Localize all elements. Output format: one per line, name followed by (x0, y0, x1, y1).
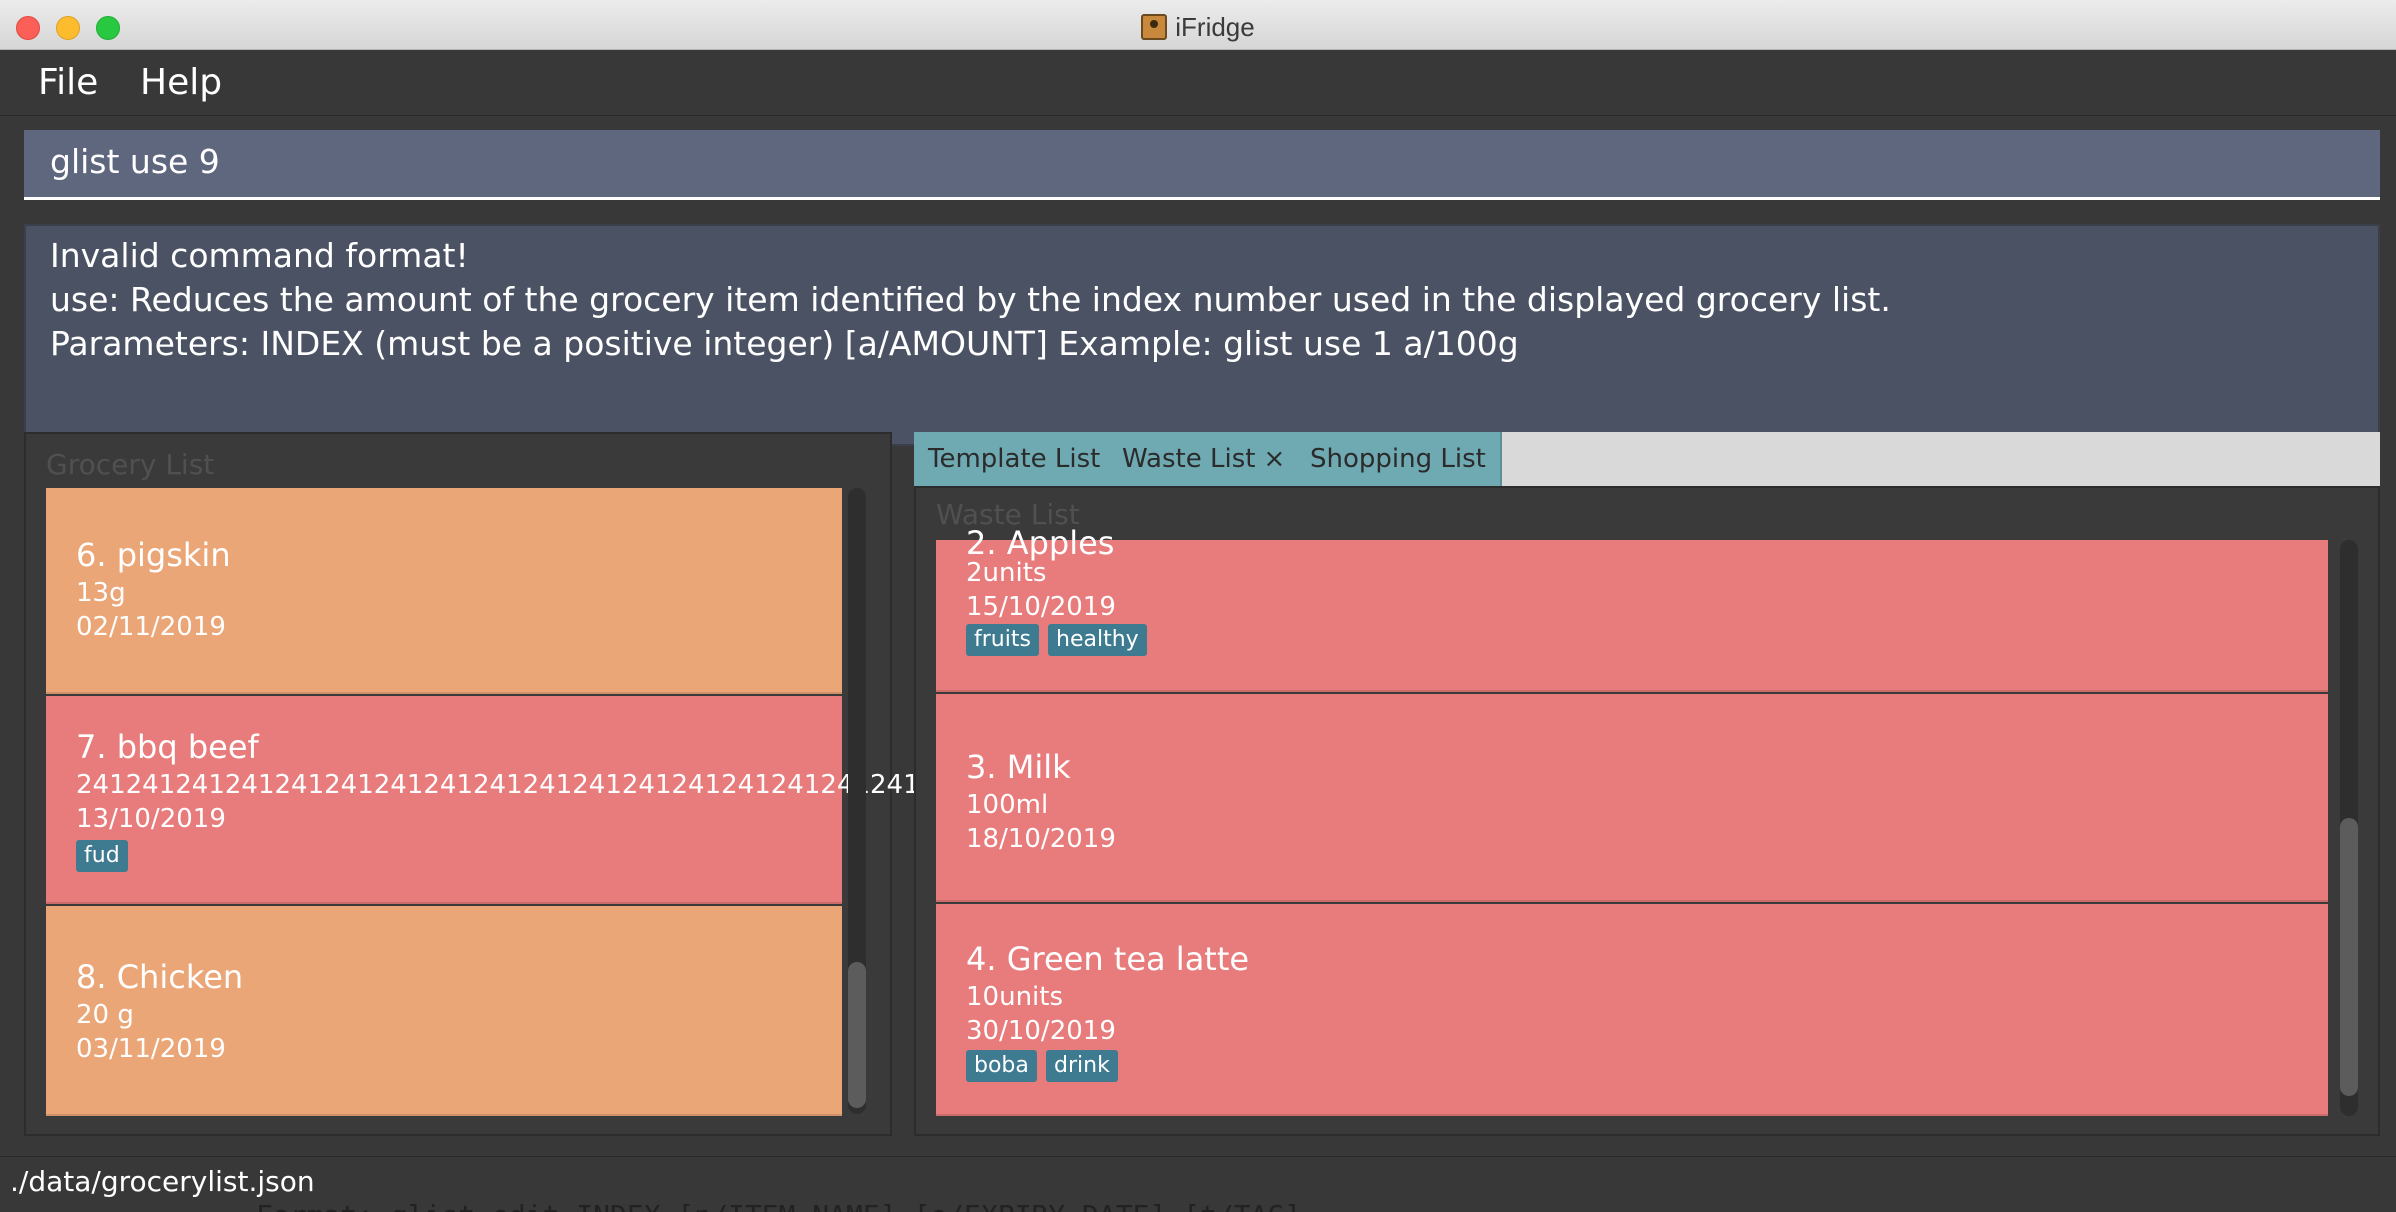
waste-item-date: 15/10/2019 (966, 592, 1116, 622)
tag-badge: fud (76, 840, 128, 872)
command-input[interactable]: glist use 9 (24, 130, 2380, 200)
result-line-3: Parameters: INDEX (must be a positive in… (50, 324, 1519, 363)
grocery-list-scroll-thumb[interactable] (848, 962, 866, 1108)
grocery-item-date: 13/10/2019 (76, 804, 226, 834)
window-title-bar: iFridge (0, 0, 2396, 50)
grocery-item-name: 6. pigskin (76, 536, 231, 574)
result-line-2: use: Reduces the amount of the grocery i… (50, 280, 1891, 319)
grocery-item-date: 03/11/2019 (76, 1034, 226, 1064)
grocery-item-amount: 13g (76, 578, 126, 608)
tag-badge: fruits (966, 624, 1039, 656)
waste-item-name: 3. Milk (966, 748, 1071, 786)
grocery-list-panel: Grocery List 6. pigskin 13g 02/11/2019 7… (24, 432, 944, 1136)
save-location-path: ./data/grocerylist.json (10, 1165, 315, 1198)
menu-help[interactable]: Help (140, 62, 222, 103)
grocery-card[interactable]: 6. pigskin 13g 02/11/2019 (46, 488, 842, 694)
waste-item-name: 4. Green tea latte (966, 940, 1250, 978)
waste-list-scroll-thumb[interactable] (2340, 818, 2358, 1096)
result-line-1: Invalid command format! (50, 236, 469, 275)
tab-shopping-list[interactable]: Shopping List (1296, 432, 1502, 486)
tab-template-list[interactable]: Template List (914, 432, 1117, 486)
tag-badge: drink (1046, 1050, 1118, 1082)
tab-shopping-list-label: Shopping List (1310, 444, 1486, 474)
waste-item-amount: 2units (966, 558, 1047, 588)
waste-card[interactable]: 3. Milk 100ml 18/10/2019 (936, 694, 2328, 902)
menu-bar: File Help (0, 50, 2396, 116)
tag-badge: boba (966, 1050, 1037, 1082)
tab-waste-list-label: Waste List (1122, 444, 1256, 474)
grocery-card[interactable]: 7. bbq beef 2412412412412412412412412412… (46, 696, 944, 904)
waste-list-scrollbar[interactable] (2340, 540, 2358, 1116)
waste-item-amount: 100ml (966, 790, 1049, 820)
grocery-list-scrollbar[interactable] (848, 488, 866, 1114)
app-window: File Help glist use 9 Invalid command fo… (0, 50, 2396, 1212)
grocery-item-name: 8. Chicken (76, 958, 244, 996)
waste-list-panel: Waste List 2. Apples 2units 15/10/2019 f… (914, 486, 2380, 1136)
grocery-item-amount: 20 g (76, 1000, 134, 1030)
grocery-item-name: 7. bbq beef (76, 728, 259, 766)
waste-item-name: 2. Apples (966, 524, 1115, 562)
menu-file[interactable]: File (38, 62, 98, 103)
grocery-item-date: 02/11/2019 (76, 612, 226, 642)
waste-item-date: 30/10/2019 (966, 1016, 1116, 1046)
app-icon (1141, 14, 1168, 40)
tab-template-list-label: Template List (928, 444, 1101, 474)
waste-item-amount: 10units (966, 982, 1064, 1012)
result-display: Invalid command format! use: Reduces the… (24, 224, 2380, 446)
window-title: iFridge (0, 12, 2396, 43)
command-input-value: glist use 9 (50, 142, 220, 181)
grocery-item-amount: 2412412412412412412412412412412412412412… (76, 770, 945, 800)
waste-card[interactable]: 4. Green tea latte 10units 30/10/2019 bo… (936, 904, 2328, 1116)
close-tab-icon[interactable]: × (1263, 444, 1285, 474)
waste-item-date: 18/10/2019 (966, 824, 1116, 854)
grocery-list-title: Grocery List (46, 448, 215, 481)
status-ghost-text: Format: glist edit INDEX [n/ITEM NAME] [… (256, 1199, 1352, 1212)
status-bar: Format: glist edit INDEX [n/ITEM NAME] [… (0, 1156, 2396, 1212)
tag-badge: healthy (1048, 624, 1147, 656)
waste-card[interactable]: 2. Apples 2units 15/10/2019 fruits healt… (936, 524, 2328, 692)
tab-waste-list[interactable]: Waste List × (1108, 432, 1302, 486)
grocery-card[interactable]: 8. Chicken 20 g 03/11/2019 (46, 906, 842, 1116)
window-title-text: iFridge (1175, 12, 1255, 42)
list-tab-bar: Template List Waste List × Shopping List (914, 432, 2380, 486)
